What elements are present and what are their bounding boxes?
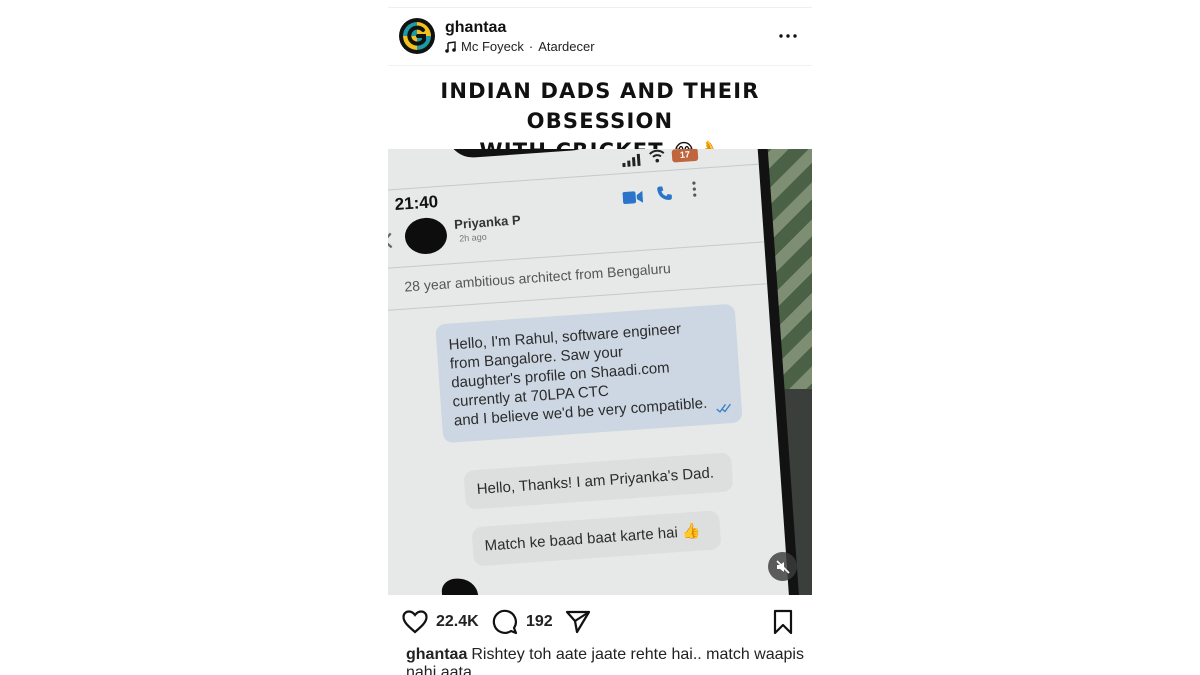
phone-call-icon <box>657 186 672 200</box>
video-call-icon <box>622 190 644 204</box>
signal-icon <box>622 153 641 168</box>
comment-button[interactable]: 192 <box>492 605 553 639</box>
heart-icon <box>402 610 428 634</box>
received-message-bubble-1: Hello, Thanks! I am Priyanka's Dad. <box>463 452 734 510</box>
phone-screen: 21:40 17 Priyanka P 2h ago 28 year ambit… <box>388 149 794 595</box>
comment-bubble-icon <box>492 609 518 635</box>
back-arrow-icon <box>388 232 393 249</box>
received-message-bubble-2: Match ke baad baat karte hai 👍 <box>471 510 722 567</box>
audio-separator: · <box>528 39 534 54</box>
instagram-post: ghantaa Mc Foyeck · Atardecer INDIAN DAD… <box>388 0 812 675</box>
muted-speaker-icon <box>775 559 790 574</box>
music-note-icon <box>445 40 456 53</box>
like-count: 22.4K <box>436 613 479 630</box>
post-caption: ghantaa Rishtey toh aate jaate rehte hai.… <box>406 646 806 675</box>
status-time: 21:40 <box>394 192 439 215</box>
paper-plane-icon <box>565 610 591 634</box>
contact-name: Priyanka P <box>453 212 522 232</box>
post-username[interactable]: ghantaa <box>445 19 506 37</box>
status-divider <box>388 163 759 193</box>
more-options-icon <box>779 34 797 38</box>
ghantaa-logo-icon[interactable] <box>399 18 435 54</box>
contact-avatar <box>403 216 449 256</box>
caption-username[interactable]: ghantaa <box>406 646 467 663</box>
post-media[interactable]: 21:40 17 Priyanka P 2h ago 28 year ambit… <box>388 149 812 595</box>
contact-bio: 28 year ambitious architect from Bengalu… <box>403 259 672 295</box>
chat-menu-icon <box>692 181 697 197</box>
save-button[interactable] <box>772 605 794 639</box>
sent-message-bubble: Hello, I'm Rahul, software engineer from… <box>435 303 743 444</box>
comment-count: 192 <box>526 613 553 630</box>
like-button[interactable]: 22.4K <box>402 605 479 639</box>
audio-track-name: Atardecer <box>538 39 595 54</box>
post-header: ghantaa Mc Foyeck · Atardecer <box>388 8 812 66</box>
share-button[interactable] <box>565 605 591 639</box>
wifi-icon <box>649 149 665 163</box>
mute-toggle-button[interactable] <box>768 552 797 581</box>
contact-last-seen: 2h ago <box>458 231 488 244</box>
audio-track[interactable]: Mc Foyeck · Atardecer <box>445 39 595 54</box>
battery-indicator: 17 <box>671 149 699 163</box>
post-headline: INDIAN DADS AND THEIR OBSESSION WITH CRI… <box>388 76 812 163</box>
read-receipt-icon <box>716 403 731 413</box>
redacted-avatar <box>440 577 480 595</box>
phone-photo: 21:40 17 Priyanka P 2h ago 28 year ambit… <box>388 149 804 595</box>
post-actions: 22.4K 192 <box>388 605 812 639</box>
phone-notch <box>445 149 599 160</box>
bookmark-icon <box>773 609 793 635</box>
more-options-button[interactable] <box>776 26 800 46</box>
headline-line-1: INDIAN DADS AND THEIR OBSESSION <box>440 79 760 133</box>
audio-artist: Mc Foyeck <box>461 39 524 54</box>
